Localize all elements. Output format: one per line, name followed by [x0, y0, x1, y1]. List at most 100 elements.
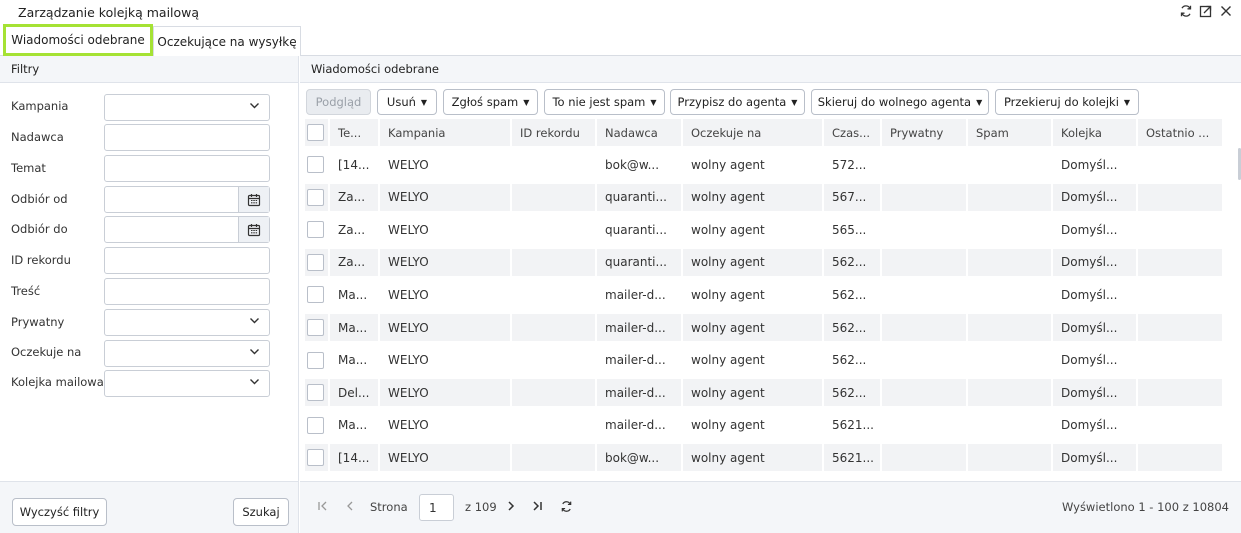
col-header-sender[interactable]: Nadawca: [597, 119, 683, 146]
close-icon[interactable]: [1219, 4, 1233, 22]
cell-sender: mailer-d...: [597, 314, 683, 341]
refresh-icon[interactable]: [560, 500, 573, 516]
row-checkbox-cell[interactable]: [305, 314, 330, 341]
row-checkbox-cell[interactable]: [305, 346, 330, 374]
table-row[interactable]: Ma... WELYO mailer-d... wolny agent 562... Do…: [305, 281, 1224, 309]
main-toolbar: Podgląd Usuń ▼ Zgłoś spam ▼ To nie jest sp…: [300, 83, 1241, 119]
preview-button[interactable]: Podgląd: [306, 89, 371, 115]
cell-spam: [968, 411, 1053, 439]
cell-campaign: WELYO: [380, 444, 512, 472]
redirect-queue-button[interactable]: Przekieruj do kolejki ▼: [995, 89, 1139, 115]
clear-filters-button[interactable]: Wyczyść filtry: [12, 498, 107, 526]
filters-panel: Kampania Nadawca Temat Odbiór od Odbiór …: [0, 83, 299, 481]
row-checkbox-cell[interactable]: [305, 411, 330, 439]
tab-received[interactable]: Wiadomości odebrane: [3, 24, 153, 56]
col-header-subject[interactable]: Te...: [330, 119, 380, 146]
row-checkbox-cell[interactable]: [305, 151, 330, 178]
col-header-record-id[interactable]: ID rekordu: [512, 119, 597, 146]
table-row[interactable]: Ma... WELYO mailer-d... wolny agent 5621... D…: [305, 411, 1224, 439]
cell-queue: Domyśl...: [1053, 444, 1138, 472]
table-row[interactable]: Za... WELYO quaranti... wolny agent 567... Do…: [305, 183, 1224, 211]
checkbox[interactable]: [307, 156, 324, 173]
page-total: z 109: [465, 500, 497, 514]
cell-subject: Ma...: [330, 346, 380, 374]
row-checkbox-cell[interactable]: [305, 379, 330, 407]
cell-campaign: WELYO: [380, 151, 512, 178]
cell-sender: mailer-d...: [597, 346, 683, 374]
table-row[interactable]: Za... WELYO quaranti... wolny agent 562... Do…: [305, 248, 1224, 276]
col-header-private[interactable]: Prywatny: [882, 119, 968, 146]
row-checkbox-cell[interactable]: [305, 444, 330, 472]
table-row[interactable]: Del... WELYO mailer-d... wolny agent 562... D…: [305, 379, 1224, 407]
filter-mail-queue-select[interactable]: [104, 370, 270, 397]
row-checkbox-cell[interactable]: [305, 183, 330, 211]
free-agent-button[interactable]: Skieruj do wolnego agenta ▼: [811, 89, 989, 115]
filter-waiting-for-select[interactable]: [104, 340, 270, 367]
report-spam-button[interactable]: Zgłoś spam ▼: [443, 89, 538, 115]
page-number-input[interactable]: 1: [419, 494, 454, 521]
checkbox[interactable]: [307, 188, 324, 206]
filters-title: Filtry: [11, 62, 40, 76]
assign-agent-button[interactable]: Przypisz do agenta ▼: [670, 89, 805, 115]
first-page-icon[interactable]: [317, 500, 329, 515]
calendar-icon[interactable]: [238, 187, 269, 212]
row-checkbox-cell[interactable]: [305, 281, 330, 309]
cell-subject: Za...: [330, 248, 380, 276]
search-button[interactable]: Szukaj: [233, 498, 289, 526]
checkbox[interactable]: [307, 416, 324, 434]
next-page-icon[interactable]: [505, 500, 517, 515]
filter-campaign-select[interactable]: [104, 94, 270, 121]
calendar-icon[interactable]: [238, 217, 269, 242]
filter-sender-input[interactable]: [104, 124, 270, 151]
filter-subject-input[interactable]: [104, 155, 270, 182]
col-header-spam[interactable]: Spam: [968, 119, 1053, 146]
checkbox[interactable]: [307, 319, 324, 336]
select-all-checkbox[interactable]: [305, 119, 330, 146]
col-header-campaign[interactable]: Kampania: [380, 119, 512, 146]
filter-private-select[interactable]: [104, 309, 270, 336]
row-checkbox-cell[interactable]: [305, 248, 330, 276]
cell-subject: [14...: [330, 151, 380, 178]
filter-date-from-input[interactable]: [104, 186, 270, 213]
table-row[interactable]: Ma... WELYO mailer-d... wolny agent 562... Do…: [305, 314, 1224, 341]
grid-header-row: Te... Kampania ID rekordu Nadawca Oczeku…: [305, 119, 1224, 146]
checkbox[interactable]: [307, 351, 324, 369]
filter-content-input[interactable]: [104, 278, 270, 305]
cell-subject: Ma...: [330, 281, 380, 309]
table-row[interactable]: Za... WELYO quaranti... wolny agent 565... Do…: [305, 216, 1224, 244]
not-spam-button[interactable]: To nie jest spam ▼: [544, 89, 665, 115]
window-controls: [1179, 4, 1233, 22]
cell-waiting-for: wolny agent: [683, 379, 824, 407]
last-page-icon[interactable]: [531, 500, 543, 515]
delete-button[interactable]: Usuń ▼: [377, 89, 437, 115]
cell-waiting-for: wolny agent: [683, 216, 824, 244]
prev-page-icon[interactable]: [344, 500, 356, 515]
checkbox[interactable]: [307, 286, 324, 304]
tab-bar: Wiadomości odebrane Oczekujące na wysyłk…: [0, 24, 1241, 56]
cell-record-id: [512, 379, 597, 407]
tab-pending[interactable]: Oczekujące na wysyłkę: [153, 26, 301, 56]
col-header-waiting-for[interactable]: Oczekuje na: [683, 119, 824, 146]
popout-icon[interactable]: [1199, 4, 1213, 22]
table-row[interactable]: Ma... WELYO mailer-d... wolny agent 562... Do…: [305, 346, 1224, 374]
checkbox[interactable]: [307, 124, 324, 141]
col-header-last[interactable]: Ostatnio ...: [1138, 119, 1224, 146]
filter-record-id-input[interactable]: [104, 247, 270, 274]
cell-record-id: [512, 314, 597, 341]
chevron-down-icon: [249, 315, 260, 329]
checkbox[interactable]: [307, 253, 324, 271]
checkbox[interactable]: [307, 221, 324, 239]
cell-spam: [968, 151, 1053, 178]
row-checkbox-cell[interactable]: [305, 216, 330, 244]
col-header-queue[interactable]: Kolejka: [1053, 119, 1138, 146]
filter-label-waiting-for: Oczekuje na: [11, 345, 82, 359]
table-row[interactable]: [14... WELYO bok@w... wolny agent 572... Domy…: [305, 151, 1224, 178]
checkbox[interactable]: [307, 449, 324, 467]
checkbox[interactable]: [307, 384, 324, 402]
col-header-time[interactable]: Czas...: [824, 119, 882, 146]
table-row[interactable]: [14... WELYO bok@w... wolny agent 5621... Dom…: [305, 444, 1224, 472]
redirect-queue-label: Przekieruj do kolejki: [1003, 95, 1119, 109]
refresh-icon[interactable]: [1179, 4, 1193, 22]
filter-date-to-input[interactable]: [104, 216, 270, 243]
cell-queue: Domyśl...: [1053, 346, 1138, 374]
